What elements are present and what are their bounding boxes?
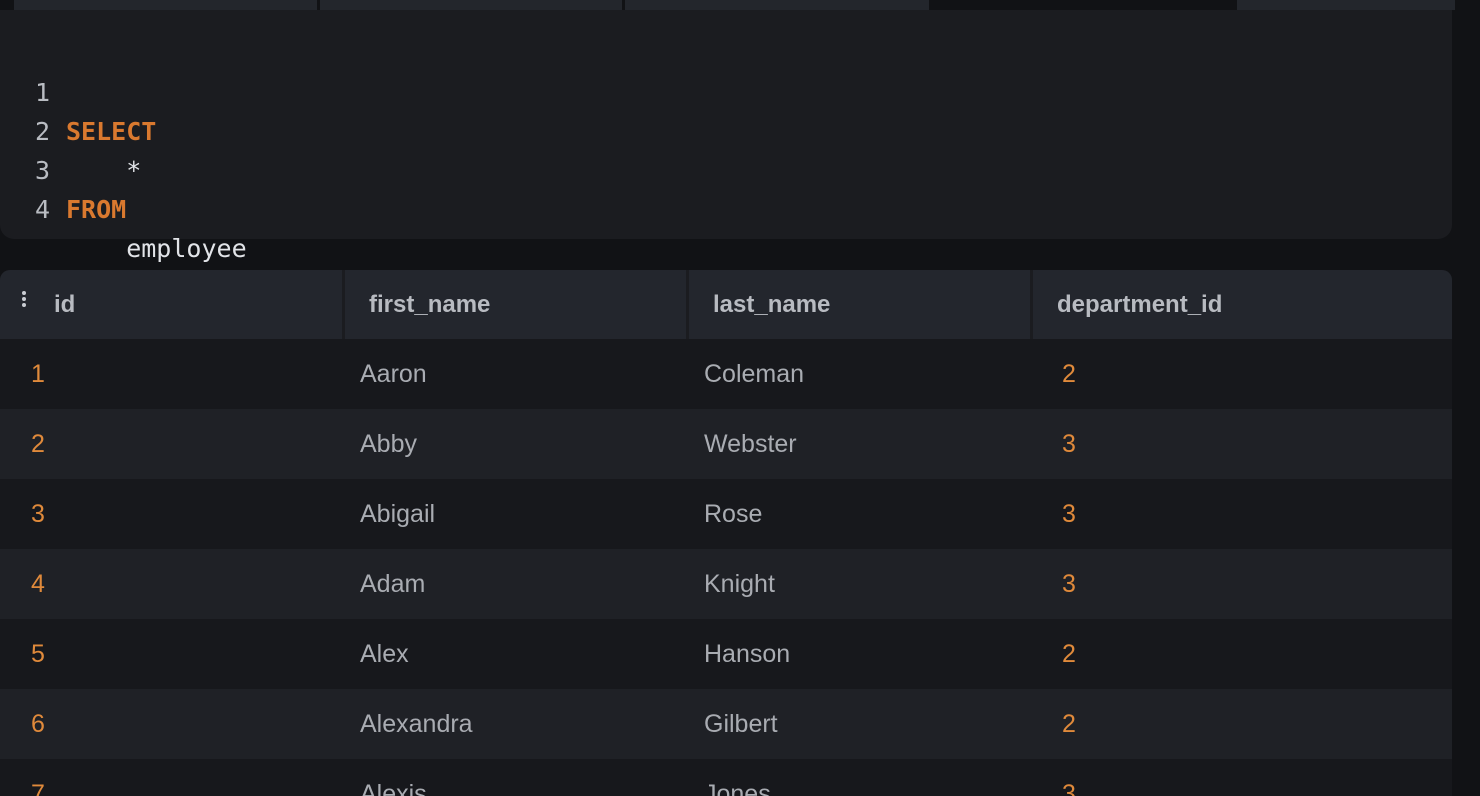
- results-grid: id first_name last_name department_id 1 …: [0, 270, 1452, 796]
- cell-department-id[interactable]: 2: [1062, 619, 1076, 689]
- cell-department-id[interactable]: 3: [1062, 759, 1076, 796]
- cell-last-name[interactable]: Rose: [704, 479, 762, 549]
- cell-first-name[interactable]: Alexandra: [360, 689, 473, 759]
- cell-last-name[interactable]: Coleman: [704, 339, 804, 409]
- column-header-last-name[interactable]: last_name: [689, 270, 1030, 339]
- query-tab-active[interactable]: [931, 0, 1235, 10]
- cell-id[interactable]: 2: [31, 409, 45, 479]
- table-row[interactable]: 1 Aaron Coleman 2: [0, 339, 1452, 409]
- cell-first-name[interactable]: Abigail: [360, 479, 435, 549]
- cell-id[interactable]: 6: [31, 689, 45, 759]
- results-header: id first_name last_name department_id: [0, 270, 1452, 339]
- column-header-first-name[interactable]: first_name: [345, 270, 686, 339]
- table-row[interactable]: 4 Adam Knight 3: [0, 549, 1452, 619]
- cell-department-id[interactable]: 3: [1062, 479, 1076, 549]
- code-line-1: 1 SELECT: [0, 34, 156, 146]
- cell-first-name[interactable]: Alex: [360, 619, 409, 689]
- cell-department-id[interactable]: 3: [1062, 549, 1076, 619]
- cell-last-name[interactable]: Webster: [704, 409, 797, 479]
- cell-last-name[interactable]: Knight: [704, 549, 775, 619]
- query-tab-3[interactable]: [625, 0, 929, 10]
- column-header-label: department_id: [1057, 291, 1223, 318]
- sql-editor[interactable]: 1 SELECT 2 * 3 FROM 4 employee: [0, 10, 1452, 263]
- sql-workspace: 1 SELECT 2 * 3 FROM 4 employee id first_…: [0, 0, 1480, 796]
- table-row[interactable]: 3 Abigail Rose 3: [0, 479, 1452, 549]
- cell-department-id[interactable]: 3: [1062, 409, 1076, 479]
- cell-last-name[interactable]: Jones: [704, 759, 771, 796]
- code-line-3: 3 FROM: [0, 112, 126, 224]
- column-header-label: last_name: [713, 291, 831, 318]
- cell-department-id[interactable]: 2: [1062, 689, 1076, 759]
- code-line-2: 2 *: [0, 73, 141, 185]
- cell-first-name[interactable]: Alexis: [360, 759, 427, 796]
- query-tab-1[interactable]: [14, 0, 317, 10]
- line-content: employee: [66, 234, 247, 263]
- column-header-label: first_name: [369, 291, 491, 318]
- cell-last-name[interactable]: Hanson: [704, 619, 790, 689]
- query-tab-5[interactable]: [1237, 0, 1455, 10]
- column-header-label: id: [54, 291, 76, 318]
- vertical-dots-icon[interactable]: [20, 291, 28, 311]
- cell-first-name[interactable]: Abby: [360, 409, 417, 479]
- cell-first-name[interactable]: Adam: [360, 549, 425, 619]
- column-header-department-id[interactable]: department_id: [1033, 270, 1452, 339]
- line-number: 4: [35, 195, 51, 224]
- table-row[interactable]: 5 Alex Hanson 2: [0, 619, 1452, 689]
- cell-id[interactable]: 7: [31, 759, 45, 796]
- cell-id[interactable]: 4: [31, 549, 45, 619]
- code-line-4: 4 employee: [0, 151, 247, 263]
- cell-first-name[interactable]: Aaron: [360, 339, 427, 409]
- cell-department-id[interactable]: 2: [1062, 339, 1076, 409]
- table-row[interactable]: 7 Alexis Jones 3: [0, 759, 1452, 796]
- query-tab-2[interactable]: [320, 0, 622, 10]
- cell-id[interactable]: 5: [31, 619, 45, 689]
- column-header-id[interactable]: id: [0, 270, 342, 339]
- cell-id[interactable]: 3: [31, 479, 45, 549]
- table-row[interactable]: 2 Abby Webster 3: [0, 409, 1452, 479]
- cell-id[interactable]: 1: [31, 339, 45, 409]
- table-row[interactable]: 6 Alexandra Gilbert 2: [0, 689, 1452, 759]
- cell-last-name[interactable]: Gilbert: [704, 689, 778, 759]
